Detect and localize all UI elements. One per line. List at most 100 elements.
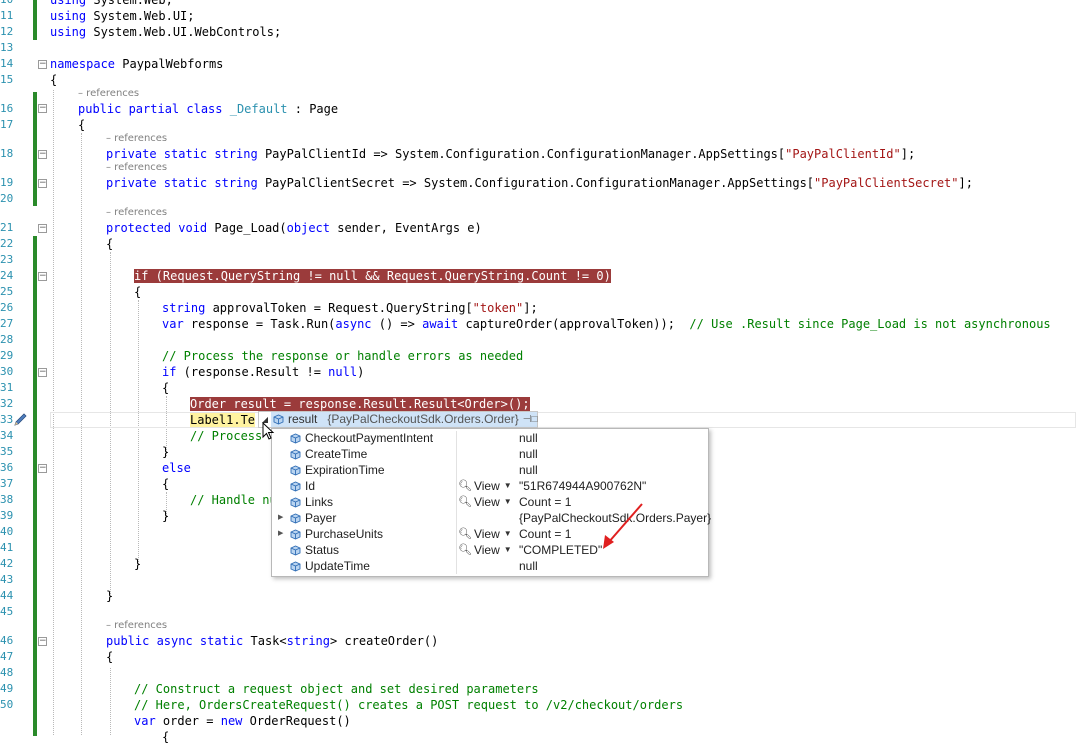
datatip-row[interactable]: CheckoutPaymentIntent null [272,430,708,446]
member-name-text: ExpirationTime [305,463,385,477]
member-name-text: CheckoutPaymentIntent [305,431,434,445]
references-codelens[interactable]: – references [78,87,139,100]
line-number: 17 [0,118,14,131]
code-editor[interactable]: 1011 12 13 14 15 16 17 18 19 20 21 22 23 24 25 26 27 28 29… [0,0,1076,744]
property-icon [290,497,301,508]
member-name: Payer [290,510,336,526]
code-line-current: Label1.Te [190,413,256,427]
pin-icon[interactable]: ⊣□ [522,412,538,427]
member-name: CheckoutPaymentIntent [290,430,433,446]
line-number: 37 [0,477,14,490]
line-number: 23 [0,253,14,266]
change-bar [33,0,37,40]
member-name-text: Links [305,495,334,509]
member-value[interactable]: null [519,558,538,574]
collapse-toggle[interactable]: − [38,179,47,188]
code-line: var order = new OrderRequest() [134,714,351,728]
code-line: } [162,509,170,523]
datatip-row[interactable]: Id 🔍︎ View ▼ "51R674944A900762N" [272,478,708,494]
code-line: // Process [190,429,263,443]
property-icon [290,449,301,460]
references-codelens[interactable]: – references [106,206,167,219]
datatip-row[interactable]: ExpirationTime null [272,462,708,478]
line-number: 47 [0,650,14,663]
dropdown-caret-icon[interactable]: ▼ [504,494,512,510]
view-visualizer-button[interactable]: 🔍︎ View ▼ [458,542,512,558]
code-line: } [106,589,114,603]
member-value[interactable]: null [519,430,538,446]
datatip-variable-name: result [288,412,318,426]
code-line: namespace PaypalWebforms [50,57,224,71]
member-name: Links [290,494,333,510]
member-name: CreateTime [290,446,367,462]
datatip-header[interactable]: ◢ result {PayPalCheckoutSdk.Orders.Order… [258,411,538,428]
references-codelens[interactable]: – references [106,619,167,632]
member-value[interactable]: {PayPalCheckoutSdk.Orders.Payer} [519,510,711,526]
collapse-toggle[interactable]: − [38,150,47,159]
view-label: View [473,543,500,557]
line-number: 19 [0,176,14,189]
line-number: 16 [0,102,14,115]
member-value[interactable]: null [519,462,538,478]
member-name: PurchaseUnits [290,526,383,542]
property-icon [290,481,301,492]
code-line: string approvalToken = Request.QueryStri… [162,301,538,315]
line-number: 14 [0,57,14,70]
collapse-toggle[interactable]: − [38,224,47,233]
line-number: 31 [0,381,14,394]
code-line: var response = Task.Run(async () => awai… [162,317,1051,331]
property-icon [290,545,301,556]
code-line: } [162,445,170,459]
collapse-toggle[interactable]: − [38,272,47,281]
property-icon [290,513,301,524]
collapse-toggle[interactable]: − [38,368,47,377]
line-number: 32 [0,397,14,410]
code-line: using System.Web.UI.WebControls; [50,25,282,39]
line-number: 46 [0,634,14,647]
dropdown-caret-icon[interactable]: ▼ [504,526,512,542]
line-number: 30 [0,365,14,378]
indent-guide [110,668,111,735]
dropdown-caret-icon[interactable]: ▼ [504,478,512,494]
view-visualizer-button[interactable]: 🔍︎ View ▼ [458,478,512,494]
collapse-toggle[interactable]: − [38,60,47,69]
references-codelens[interactable]: – references [106,161,167,174]
line-number: 22 [0,237,14,250]
collapse-toggle[interactable]: − [38,464,47,473]
datatip-row[interactable]: ▶ PurchaseUnits 🔍︎ View ▼ Count = 1 [272,526,708,542]
code-line: public async static Task<string> createO… [106,634,439,648]
dropdown-caret-icon[interactable]: ▼ [504,542,512,558]
member-value[interactable]: "COMPLETED" [519,542,602,558]
property-icon [290,561,301,572]
datatip-row[interactable]: UpdateTime null [272,558,708,574]
member-name-text: PurchaseUnits [305,527,384,541]
member-value[interactable]: "51R674944A900762N" [519,478,646,494]
line-number: 49 [0,682,14,695]
code-line: // Construct a request object and set de… [134,682,539,696]
view-visualizer-button[interactable]: 🔍︎ View ▼ [458,526,512,542]
references-codelens[interactable]: – references [106,132,167,145]
code-line: // Process the response or handle errors… [162,349,524,363]
member-value[interactable]: Count = 1 [519,526,571,542]
datatip-row[interactable]: CreateTime null [272,446,708,462]
property-icon [290,465,301,476]
line-number: 27 [0,317,14,330]
code-line: { [134,285,142,299]
member-value[interactable]: Count = 1 [519,494,571,510]
line-number: 38 [0,493,14,506]
datatip-row[interactable]: Status 🔍︎ View ▼ "COMPLETED" [272,542,708,558]
expand-arrow-icon[interactable]: ▶ [278,526,286,542]
datatip-row[interactable]: Links 🔍︎ View ▼ Count = 1 [272,494,708,510]
line-number: 25 [0,285,14,298]
view-visualizer-button[interactable]: 🔍︎ View ▼ [458,494,512,510]
magnifier-icon: 🔍︎ [458,544,472,556]
magnifier-icon: 🔍︎ [458,496,472,508]
expand-arrow-icon[interactable]: ▶ [278,510,286,526]
magnifier-icon: 🔍︎ [458,528,472,540]
collapse-toggle[interactable]: − [38,637,47,646]
member-name: Id [290,478,315,494]
line-number: 21 [0,221,14,234]
datatip-row[interactable]: ▶ Payer {PayPalCheckoutSdk.Orders.Payer} [272,510,711,526]
member-value[interactable]: null [519,446,538,462]
collapse-toggle[interactable]: − [38,104,47,113]
